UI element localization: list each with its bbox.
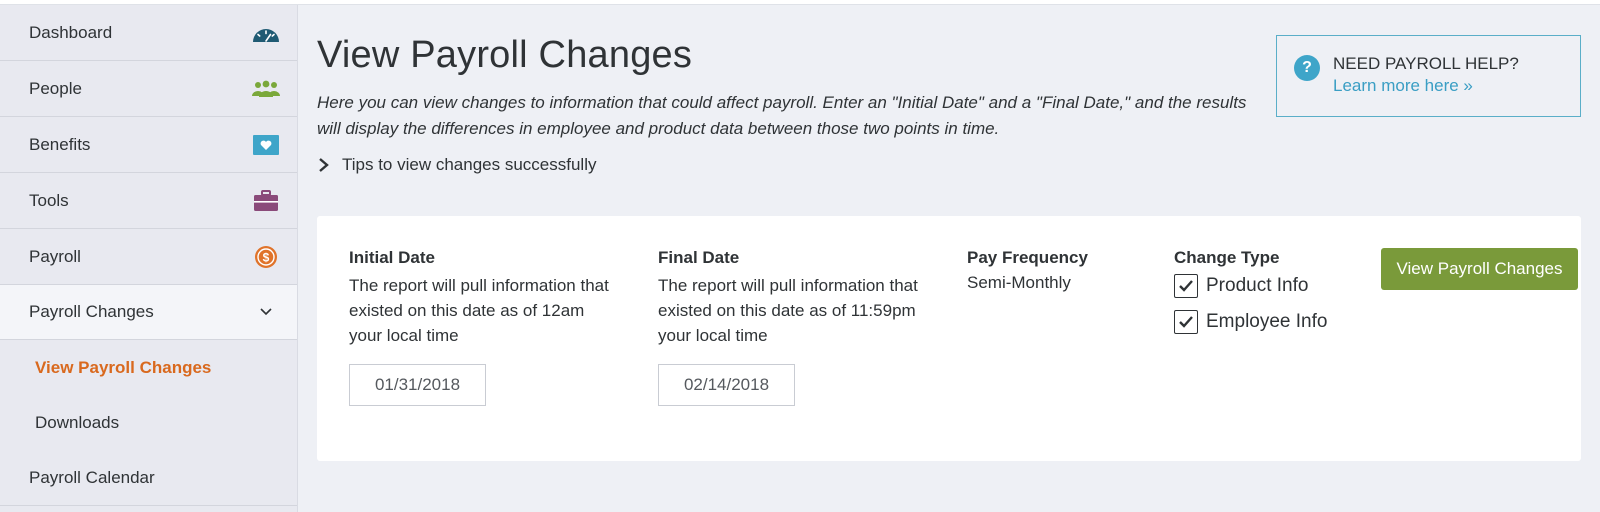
initial-date-input[interactable] — [349, 364, 486, 406]
people-icon — [251, 74, 281, 104]
heart-card-icon — [251, 130, 281, 160]
final-date-label: Final Date — [658, 248, 740, 267]
payroll-changes-form: Initial Date The report will pull inform… — [317, 216, 1581, 461]
pay-frequency-value: Semi-Monthly — [967, 273, 1071, 292]
speedometer-icon — [251, 18, 281, 48]
sidebar-item-label: Payroll Calendar — [29, 467, 155, 487]
initial-date-label: Initial Date — [349, 248, 435, 267]
chevron-right-icon — [317, 156, 331, 174]
tips-label: Tips to view changes successfully — [342, 155, 597, 174]
sidebar-subitem-view-payroll-changes[interactable]: View Payroll Changes — [0, 340, 297, 395]
employee-info-checkbox[interactable]: Employee Info — [1174, 310, 1327, 334]
sidebar-item-label: Benefits — [29, 134, 91, 154]
sidebar-item-payroll[interactable]: Payroll $ — [0, 229, 297, 285]
sidebar: Dashboard People Benefits Tools Payroll … — [0, 5, 298, 512]
briefcase-icon — [251, 186, 281, 216]
product-info-label: Product Info — [1206, 275, 1309, 296]
view-payroll-changes-button[interactable]: View Payroll Changes — [1381, 248, 1578, 290]
pay-frequency-label: Pay Frequency — [967, 248, 1088, 267]
svg-text:$: $ — [263, 250, 270, 264]
sidebar-item-label: Tools — [29, 190, 69, 210]
sidebar-item-label: Dashboard — [29, 22, 113, 42]
initial-date-field: Initial Date The report will pull inform… — [349, 248, 609, 406]
change-type-field: Change Type Product Info Employee Info — [1174, 248, 1327, 334]
sidebar-item-tools[interactable]: Tools — [0, 173, 297, 229]
chevron-down-icon — [251, 297, 281, 327]
page-description: Here you can view changes to information… — [317, 93, 1247, 138]
tips-toggle[interactable]: Tips to view changes successfully — [317, 155, 596, 175]
sidebar-item-payroll-calendar[interactable]: Payroll Calendar — [0, 450, 297, 506]
change-type-label: Change Type — [1174, 248, 1280, 267]
checkmark-icon[interactable] — [1174, 274, 1198, 298]
pay-frequency-field: Pay Frequency Semi-Monthly — [967, 248, 1088, 293]
help-title: NEED PAYROLL HELP? — [1333, 54, 1519, 73]
sidebar-item-dashboard[interactable]: Dashboard — [0, 5, 297, 61]
dollar-coin-icon: $ — [251, 242, 281, 272]
sidebar-item-label: Payroll — [29, 246, 81, 266]
sidebar-item-people[interactable]: People — [0, 61, 297, 117]
sidebar-subitem-label: Downloads — [35, 412, 120, 432]
learn-more-link[interactable]: Learn more here » — [1333, 75, 1519, 97]
payroll-help-box: ? NEED PAYROLL HELP? Learn more here » — [1276, 35, 1581, 117]
employee-info-label: Employee Info — [1206, 311, 1328, 332]
sidebar-item-payroll-changes[interactable]: Payroll Changes — [0, 285, 297, 340]
sidebar-subitem-label: View Payroll Changes — [35, 357, 212, 377]
sidebar-item-label: Payroll Changes — [29, 302, 154, 321]
question-icon: ? — [1294, 55, 1320, 81]
initial-date-help: The report will pull information that ex… — [349, 276, 609, 345]
sidebar-subitem-downloads[interactable]: Downloads — [0, 395, 297, 450]
checkmark-icon[interactable] — [1174, 310, 1198, 334]
final-date-input[interactable] — [658, 364, 795, 406]
final-date-help: The report will pull information that ex… — [658, 276, 918, 345]
sidebar-item-label: People — [29, 78, 82, 98]
final-date-field: Final Date The report will pull informat… — [658, 248, 918, 406]
product-info-checkbox[interactable]: Product Info — [1174, 274, 1327, 298]
sidebar-item-benefits[interactable]: Benefits — [0, 117, 297, 173]
page-title: View Payroll Changes — [317, 34, 693, 76]
